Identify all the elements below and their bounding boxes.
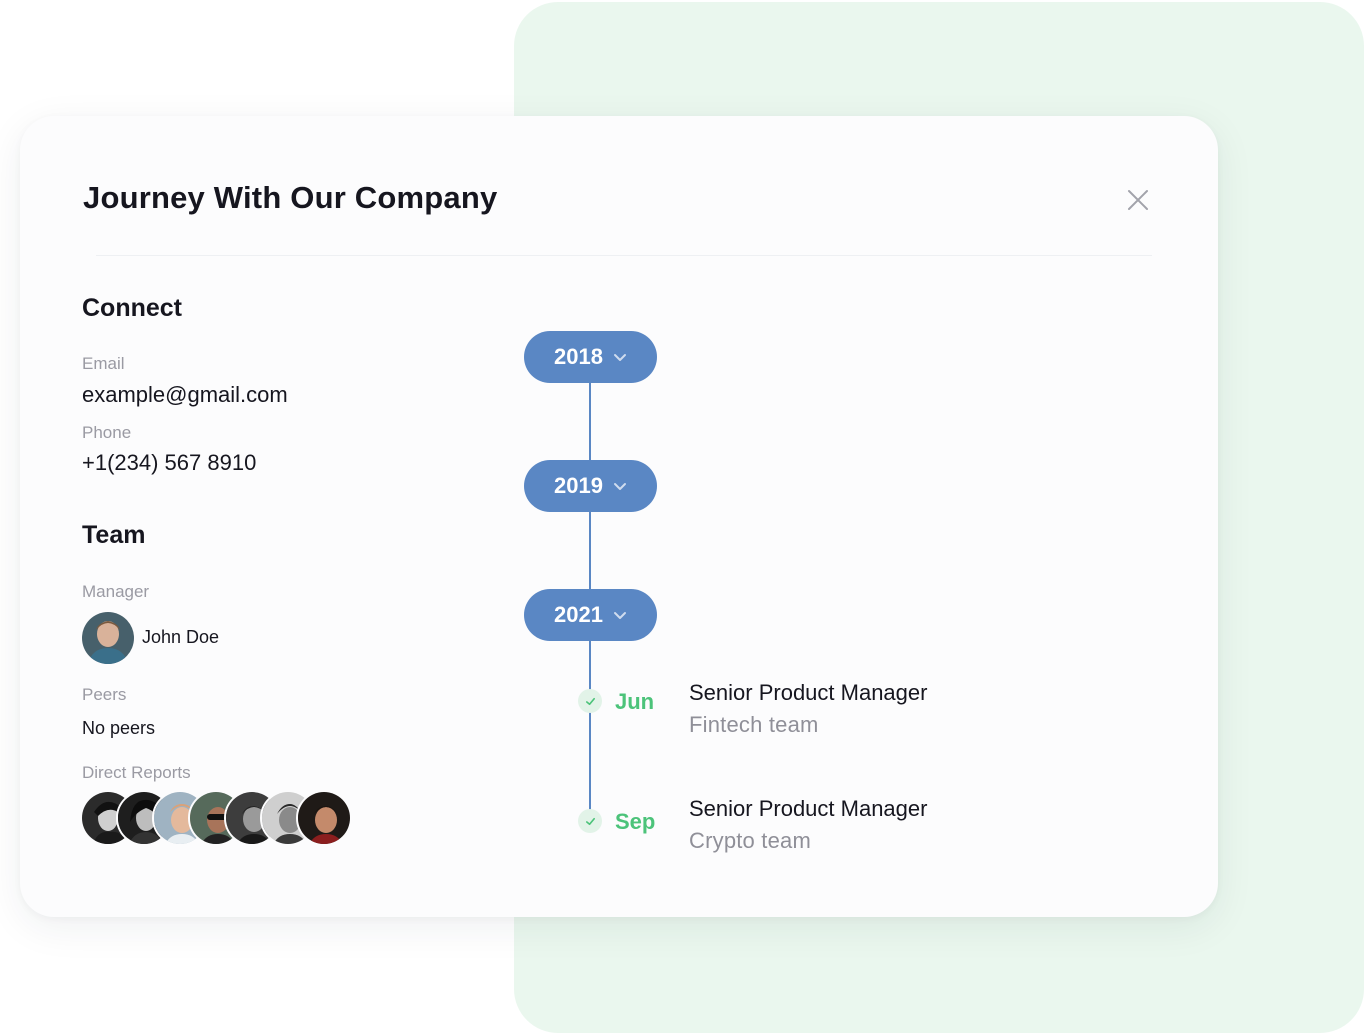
check-icon — [585, 697, 595, 705]
journey-modal: Journey With Our Company Connect Email e… — [20, 116, 1218, 917]
check-icon — [585, 817, 595, 825]
close-button[interactable] — [1124, 186, 1152, 214]
report-avatar[interactable] — [296, 790, 352, 846]
header-divider — [96, 255, 1152, 256]
event-team: Fintech team — [689, 712, 819, 737]
chevron-down-icon — [613, 483, 626, 490]
email-label: Email — [82, 354, 125, 373]
year-toggle-2021[interactable]: 2021 — [524, 589, 657, 641]
peers-value: No peers — [82, 718, 156, 738]
phone-label: Phone — [82, 423, 132, 442]
peers-label: Peers — [82, 685, 127, 704]
timeline-check — [578, 809, 602, 833]
year-label: 2018 — [554, 344, 603, 369]
event-month: Sep — [615, 809, 656, 834]
connect-heading: Connect — [82, 294, 182, 322]
chevron-down-icon — [613, 612, 626, 619]
direct-reports-label: Direct Reports — [82, 763, 191, 782]
year-toggle-2018[interactable]: 2018 — [524, 331, 657, 383]
manager-name[interactable]: John Doe — [142, 627, 219, 648]
year-label: 2019 — [554, 473, 603, 498]
event-role: Senior Product Manager — [689, 796, 928, 821]
event-team: Crypto team — [689, 828, 812, 853]
email-value[interactable]: example@gmail.com — [82, 382, 288, 408]
modal-title: Journey With Our Company — [83, 180, 498, 215]
manager-avatar[interactable] — [82, 612, 134, 664]
chevron-down-icon — [613, 354, 626, 361]
timeline-check — [578, 689, 602, 713]
team-heading: Team — [82, 521, 146, 549]
direct-reports-group — [80, 790, 370, 846]
year-label: 2021 — [554, 602, 603, 627]
year-toggle-2019[interactable]: 2019 — [524, 460, 657, 512]
event-role: Senior Product Manager — [689, 680, 928, 705]
phone-value[interactable]: +1(234) 567 8910 — [82, 450, 256, 476]
close-icon — [1128, 190, 1148, 210]
event-month: Jun — [615, 689, 655, 714]
manager-label: Manager — [82, 582, 150, 601]
